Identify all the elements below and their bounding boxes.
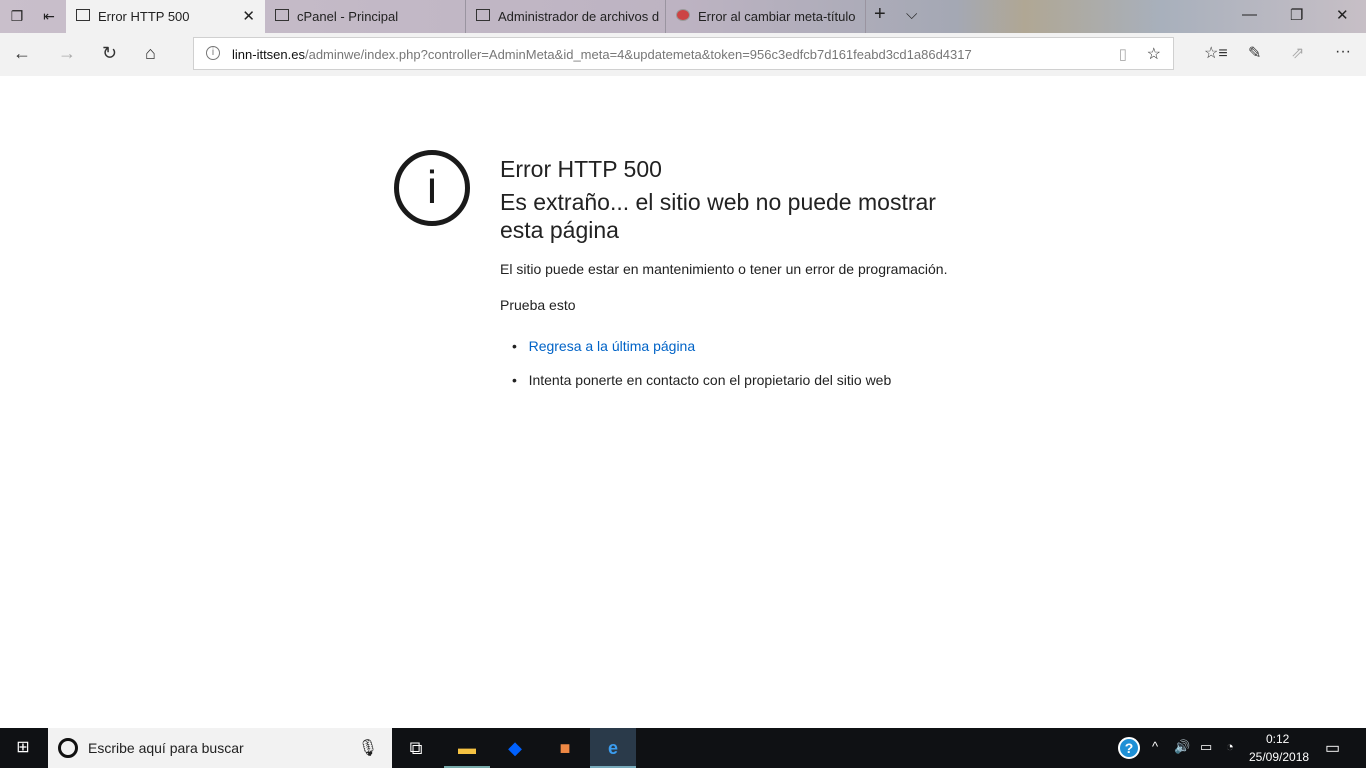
app-icon[interactable]: ■ bbox=[542, 728, 588, 768]
info-icon: i bbox=[394, 150, 470, 226]
home-icon[interactable]: ⌂ bbox=[145, 43, 156, 64]
dropbox-icon[interactable]: ◆ bbox=[492, 728, 538, 768]
help-icon[interactable]: ? bbox=[1118, 737, 1140, 759]
tab-file-manager[interactable]: Administrador de archivos d bbox=[466, 0, 666, 33]
site-favicon bbox=[676, 9, 690, 21]
notifications-icon[interactable]: ▭ bbox=[1325, 738, 1340, 758]
file-explorer-icon[interactable]: ▬ bbox=[444, 728, 490, 768]
tab-label: Error al cambiar meta-título bbox=[698, 9, 856, 24]
go-back-link[interactable]: Regresa a la última página bbox=[529, 338, 696, 354]
error-description: El sitio puede estar en mantenimiento o … bbox=[500, 261, 948, 277]
task-view-icon[interactable]: ⧉ bbox=[393, 728, 439, 768]
taskbar: ⊞ Escribe aquí para buscar 🎙 ⧉ ▬ ◆ ■ e ?… bbox=[0, 728, 1366, 768]
tab-label: cPanel - Principal bbox=[297, 9, 399, 24]
clock-date[interactable]: 25/09/2018 bbox=[1249, 750, 1309, 764]
tab-meta-title[interactable]: Error al cambiar meta-título bbox=[666, 0, 866, 33]
tab-cpanel[interactable]: cPanel - Principal bbox=[265, 0, 466, 33]
share-icon[interactable]: ⇗ bbox=[1291, 43, 1304, 63]
tab-label: Error HTTP 500 bbox=[98, 9, 190, 24]
favorite-star-icon[interactable]: ☆ bbox=[1147, 44, 1161, 64]
minimize-icon[interactable]: — bbox=[1242, 6, 1257, 23]
tab-preview-icon[interactable]: ❐ bbox=[8, 8, 26, 24]
error-page: i Error HTTP 500 Es extraño... el sitio … bbox=[0, 76, 1366, 728]
close-window-icon[interactable]: ✕ bbox=[1336, 6, 1349, 24]
search-placeholder: Escribe aquí para buscar bbox=[88, 740, 244, 756]
page-icon bbox=[476, 9, 490, 21]
favorites-hub-icon[interactable]: ☆≡ bbox=[1204, 43, 1228, 63]
cortana-icon bbox=[58, 738, 78, 758]
try-this-label: Prueba esto bbox=[500, 297, 576, 313]
tab-label: Administrador de archivos d bbox=[498, 9, 660, 24]
chevron-up-icon[interactable]: ^ bbox=[1152, 739, 1158, 754]
suggestion-contact-owner: • Intenta ponerte en contacto con el pro… bbox=[512, 372, 892, 388]
restore-icon[interactable]: ❐ bbox=[1290, 6, 1303, 24]
edge-icon[interactable]: e bbox=[590, 728, 636, 768]
set-aside-tabs-icon[interactable]: ⇤ bbox=[40, 8, 58, 24]
new-tab-icon[interactable]: + bbox=[874, 3, 886, 26]
suggestion-text: Intenta ponerte en contacto con el propi… bbox=[528, 372, 892, 388]
address-bar-area: ← → ↻ ⌂ i linn-ittsen.es/adminwe/index.p… bbox=[0, 33, 1366, 76]
url-input[interactable]: i linn-ittsen.es/adminwe/index.php?contr… bbox=[193, 37, 1174, 70]
page-icon bbox=[275, 9, 289, 21]
info-icon[interactable]: i bbox=[206, 46, 220, 60]
suggestion-go-back: • Regresa a la última página bbox=[512, 338, 696, 354]
windows-start-icon[interactable]: ⊞ bbox=[0, 728, 46, 768]
web-note-icon[interactable]: ✎ bbox=[1248, 43, 1261, 63]
tab-bar: ❐ ⇤ Error HTTP 500 ✕ cPanel - Principal … bbox=[0, 0, 1366, 33]
back-icon[interactable]: ← bbox=[13, 43, 31, 64]
battery-icon[interactable]: ▭ bbox=[1200, 739, 1212, 755]
page-title: Error HTTP 500 bbox=[500, 156, 662, 182]
page-icon bbox=[76, 9, 90, 21]
forward-icon[interactable]: → bbox=[58, 43, 76, 64]
url-path: /adminwe/index.php?controller=AdminMeta&… bbox=[304, 47, 972, 62]
close-tab-icon[interactable]: ✕ bbox=[242, 7, 255, 25]
wifi-icon[interactable]: ◔ bbox=[1226, 739, 1234, 754]
tab-error-http-500[interactable]: Error HTTP 500 ✕ bbox=[66, 0, 265, 33]
clock-time[interactable]: 0:12 bbox=[1266, 732, 1289, 746]
microphone-icon[interactable]: 🎙 bbox=[358, 738, 378, 758]
more-icon[interactable]: ··· bbox=[1335, 43, 1351, 61]
taskbar-search[interactable]: Escribe aquí para buscar 🎙 bbox=[48, 728, 392, 768]
volume-icon[interactable]: 🔊 bbox=[1174, 739, 1190, 755]
chevron-down-icon[interactable]: ⌵ bbox=[906, 6, 917, 23]
refresh-icon[interactable]: ↻ bbox=[102, 43, 117, 64]
page-subtitle: Es extraño... el sitio web no puede most… bbox=[500, 189, 936, 243]
reading-view-icon[interactable]: ▯ bbox=[1119, 45, 1127, 63]
url-domain: linn-ittsen.es bbox=[232, 47, 305, 62]
